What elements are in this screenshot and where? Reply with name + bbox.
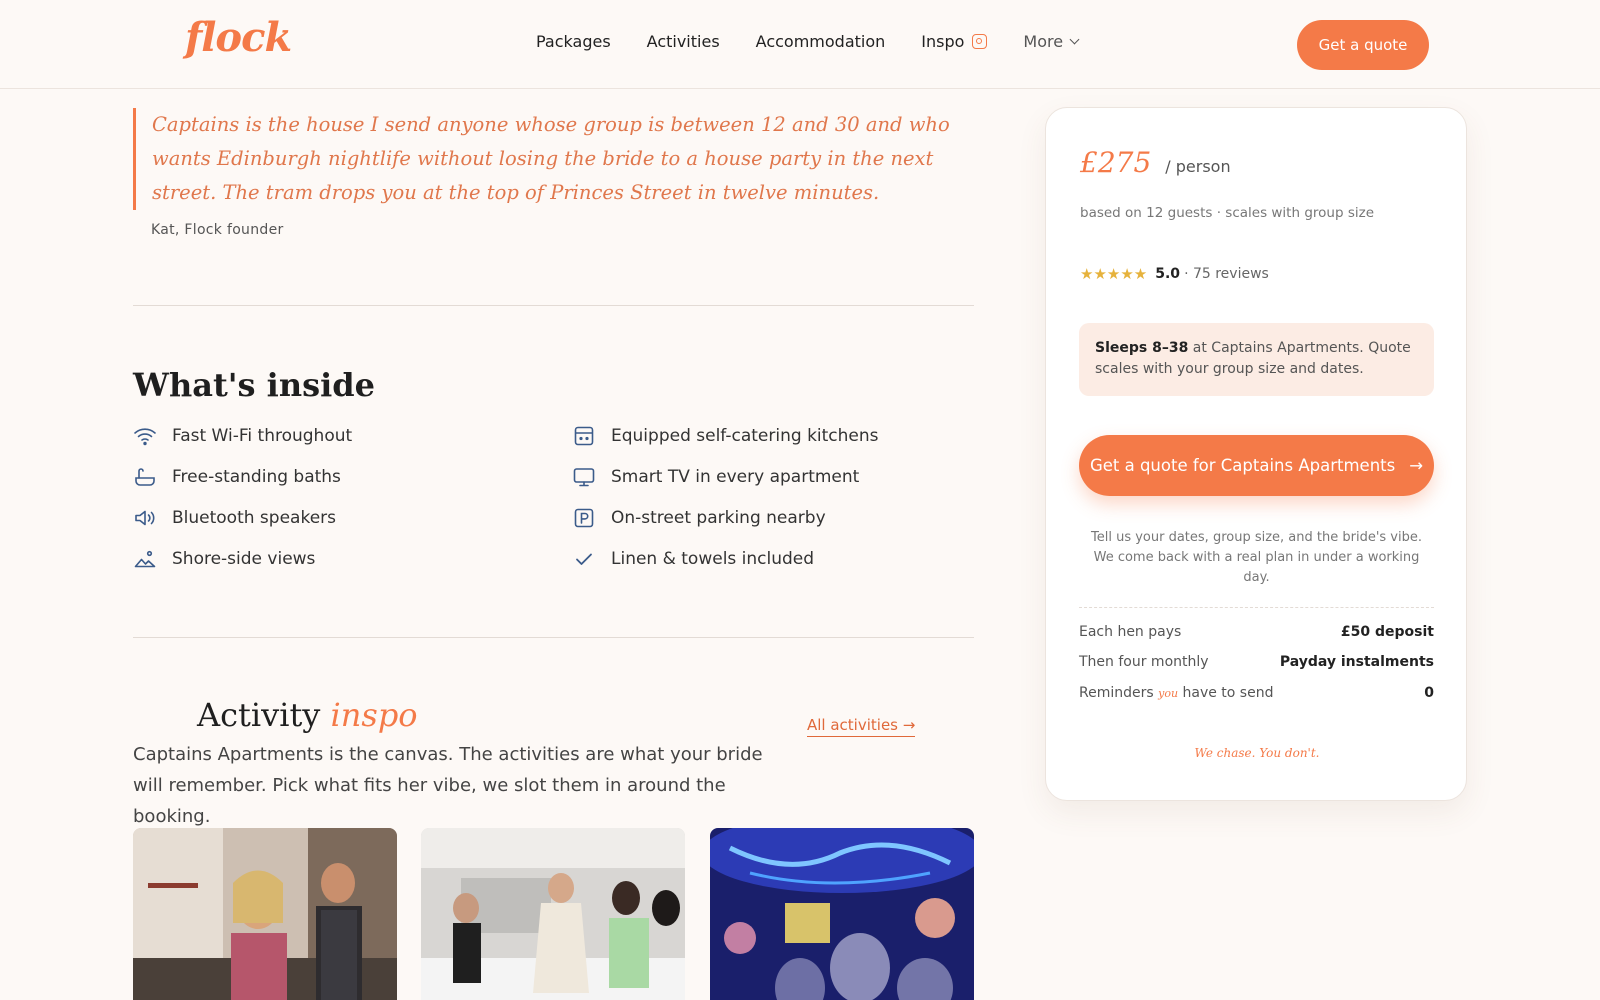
sleeps-info: Sleeps 8–38 at Captains Apartments. Quot…	[1079, 323, 1434, 396]
section-divider	[133, 637, 974, 638]
tv-icon	[573, 467, 595, 486]
reminders-you: you	[1158, 687, 1179, 700]
amenity-tv: Smart TV in every apartment	[572, 465, 972, 488]
amenities-list: Fast Wi-Fi throughout Equipped self-cate…	[133, 424, 975, 570]
price-basis: based on 12 guests · scales with group s…	[1080, 205, 1375, 221]
site-header: flock Packages Activities Accommodation …	[0, 0, 1600, 89]
amenity-bath: Free-standing baths	[133, 465, 572, 488]
landscape-icon	[134, 550, 156, 567]
amenity-label: Free-standing baths	[172, 466, 341, 487]
payment-value: 0	[1424, 685, 1434, 701]
nav-accommodation[interactable]: Accommodation	[756, 32, 886, 51]
sleeps-range: Sleeps 8–38	[1095, 340, 1189, 356]
quote-captains-label: Get a quote for Captains Apartments	[1089, 456, 1396, 475]
activity-photo-party[interactable]	[421, 828, 685, 1000]
chase-tagline: We chase. You don't.	[1194, 746, 1320, 760]
booking-card: £275 / person based on 12 guests · scale…	[1045, 107, 1467, 801]
payment-row-monthly: Then four monthly Payday instalments	[1079, 654, 1434, 670]
payment-row-deposit: Each hen pays £50 deposit	[1079, 624, 1434, 640]
amenity-label: Equipped self-catering kitchens	[611, 425, 879, 446]
amenity-label: Shore-side views	[172, 548, 316, 569]
quote-text: Captains is the house I send anyone whos…	[152, 113, 950, 204]
star-rating-icon: ★★★★★	[1080, 265, 1148, 283]
reminders-post: have to send	[1178, 685, 1274, 701]
nav-activities[interactable]: Activities	[647, 32, 720, 51]
nav-inspo-label: Inspo	[921, 32, 965, 51]
price-row: £275 / person	[1080, 146, 1231, 179]
payment-label: Each hen pays	[1079, 624, 1182, 640]
payment-row-reminders: Reminders you have to send 0	[1079, 685, 1434, 701]
amenity-wifi: Fast Wi-Fi throughout	[133, 424, 572, 447]
activity-title-accent: inspo	[330, 696, 418, 734]
payment-label: Reminders you have to send	[1079, 685, 1273, 701]
activity-inspo-title: Activity inspo	[197, 696, 418, 734]
activity-photo-cooking[interactable]	[133, 828, 397, 1000]
kitchen-icon	[574, 426, 594, 445]
amenity-kitchen: Equipped self-catering kitchens	[572, 424, 972, 447]
all-activities-link[interactable]: All activities →	[807, 716, 916, 737]
reminders-pre: Reminders	[1079, 685, 1159, 701]
amenity-label: Linen & towels included	[611, 548, 815, 569]
payment-label: Then four monthly	[1079, 654, 1209, 670]
instagram-icon	[972, 34, 988, 49]
speaker-icon	[135, 510, 155, 525]
amenity-parking: On-street parking nearby	[572, 506, 972, 529]
get-quote-button[interactable]: Get a quote	[1297, 20, 1429, 70]
price: £275	[1080, 146, 1152, 179]
section-divider	[133, 305, 974, 306]
amenity-views: Shore-side views	[133, 547, 572, 570]
amenity-label: Smart TV in every apartment	[611, 466, 860, 487]
nav-more[interactable]: More	[1023, 32, 1080, 51]
flock-logo[interactable]: flock	[185, 14, 292, 61]
activity-description: Captains Apartments is the canvas. The a…	[133, 744, 763, 827]
amenity-label: On-street parking nearby	[611, 507, 826, 528]
main-nav: Packages Activities Accommodation Inspo …	[536, 32, 1114, 51]
amenity-label: Fast Wi-Fi throughout	[172, 425, 353, 446]
parking-icon	[574, 508, 594, 527]
amenity-speaker: Bluetooth speakers	[133, 506, 572, 529]
amenity-label: Bluetooth speakers	[172, 507, 336, 528]
card-divider	[1079, 607, 1434, 608]
price-unit: / person	[1165, 157, 1231, 176]
rating[interactable]: ★★★★★ 5.0 · 75 reviews	[1080, 265, 1269, 283]
founder-quote: Captains is the house I send anyone whos…	[133, 108, 975, 210]
review-count: · 75 reviews	[1184, 266, 1269, 282]
wifi-icon	[134, 427, 156, 445]
activity-photo-party-bus[interactable]	[710, 828, 974, 1000]
whats-inside-title: What's inside	[133, 366, 375, 404]
amenity-linen: Linen & towels included	[572, 547, 972, 570]
chevron-down-icon	[1069, 34, 1080, 44]
payment-value: Payday instalments	[1279, 654, 1434, 670]
nav-more-label: More	[1023, 32, 1064, 51]
check-icon	[576, 553, 592, 565]
quote-author: Kat, Flock founder	[151, 222, 284, 238]
rating-score: 5.0	[1155, 266, 1181, 282]
nav-packages[interactable]: Packages	[536, 32, 611, 51]
activity-title-main: Activity	[197, 696, 321, 734]
payment-value: £50 deposit	[1340, 624, 1434, 640]
nav-inspo[interactable]: Inspo	[921, 32, 988, 51]
bath-icon	[135, 467, 155, 486]
arrow-right-icon: →	[1409, 456, 1424, 475]
quote-captains-button[interactable]: Get a quote for Captains Apartments →	[1079, 435, 1434, 496]
quote-note: Tell us your dates, group size, and the …	[1091, 530, 1422, 585]
